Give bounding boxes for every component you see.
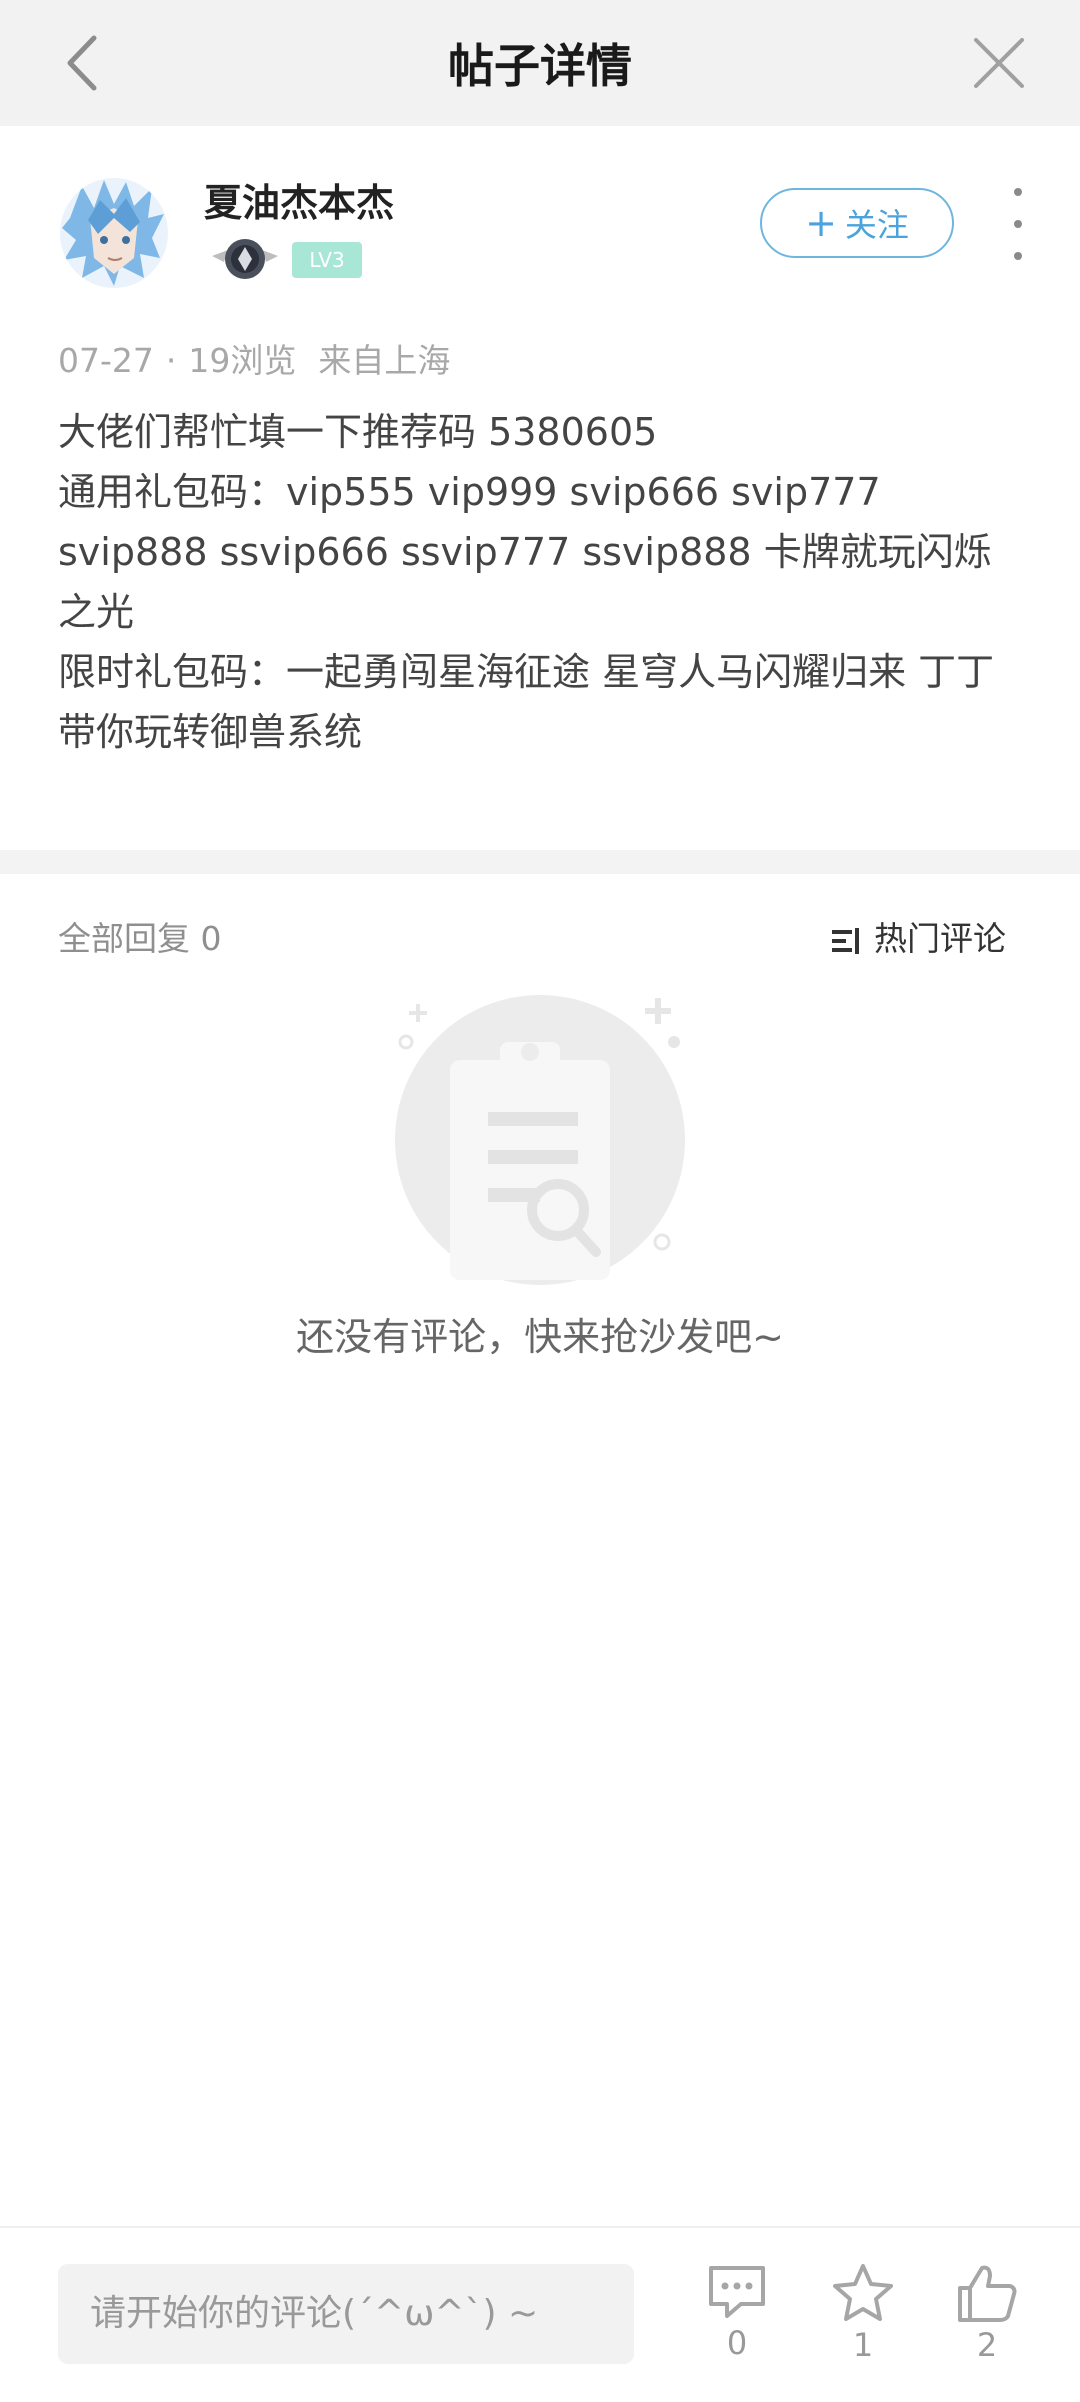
empty-comments-illustration bbox=[395, 995, 685, 1285]
more-options-icon[interactable] bbox=[1000, 180, 1036, 270]
sort-hot-comments-button[interactable]: 热门评论 bbox=[832, 912, 1006, 960]
comment-icon bbox=[709, 2266, 765, 2318]
favorite-count: 1 bbox=[852, 2326, 874, 2364]
close-icon[interactable] bbox=[966, 30, 1032, 96]
follow-label: 关注 bbox=[844, 206, 909, 244]
plus-icon: + bbox=[805, 201, 837, 245]
level-badge: LV3 bbox=[292, 242, 362, 278]
sort-label: 热门评论 bbox=[874, 919, 1006, 958]
comment-count: 0 bbox=[726, 2324, 748, 2362]
favorite-button[interactable]: 1 bbox=[818, 2262, 908, 2364]
page-title: 帖子详情 bbox=[448, 39, 632, 93]
section-divider bbox=[0, 850, 1080, 874]
all-replies-label: 全部回复 0 bbox=[58, 919, 222, 958]
empty-comments-text: 还没有评论，快来抢沙发吧~ bbox=[296, 1315, 784, 1359]
rank-badge-icon bbox=[212, 239, 278, 279]
comment-input[interactable]: 请开始你的评论(´^ω^`) ~ bbox=[58, 2264, 634, 2364]
view-count: 19浏览 bbox=[188, 341, 297, 380]
author-name[interactable]: 夏油杰本杰 bbox=[204, 172, 394, 227]
post-meta: 07-27 · 19浏览 来自上海 bbox=[58, 334, 450, 382]
post-line: 大佬们帮忙填一下推荐码 5380605 bbox=[58, 410, 658, 454]
post-date: 07-27 bbox=[58, 341, 154, 380]
avatar[interactable] bbox=[60, 178, 168, 288]
comment-button[interactable]: 0 bbox=[692, 2262, 782, 2362]
post-location: 来自上海 bbox=[318, 341, 451, 380]
top-nav-bar: 帖子详情 bbox=[0, 0, 1080, 126]
star-icon bbox=[833, 2264, 893, 2321]
bottom-action-bar: 请开始你的评论(´^ω^`) ~ 0 1 2 bbox=[0, 2226, 1080, 2402]
meta-separator: · bbox=[165, 341, 177, 380]
follow-button[interactable]: + 关注 bbox=[760, 188, 954, 258]
like-button[interactable]: 2 bbox=[942, 2262, 1032, 2364]
thumbs-up-icon bbox=[958, 2265, 1017, 2322]
sort-icon bbox=[832, 928, 859, 954]
post-line: 限时礼包码：一起勇闯星海征途 星穹人马闪耀归来 丁丁带你玩转御兽系统 bbox=[58, 650, 995, 754]
like-count: 2 bbox=[976, 2326, 998, 2364]
post-content: 大佬们帮忙填一下推荐码 5380605 通用礼包码：vip555 vip999 … bbox=[58, 402, 1018, 762]
post-line: 通用礼包码：vip555 vip999 svip666 svip777 svip… bbox=[58, 470, 992, 634]
